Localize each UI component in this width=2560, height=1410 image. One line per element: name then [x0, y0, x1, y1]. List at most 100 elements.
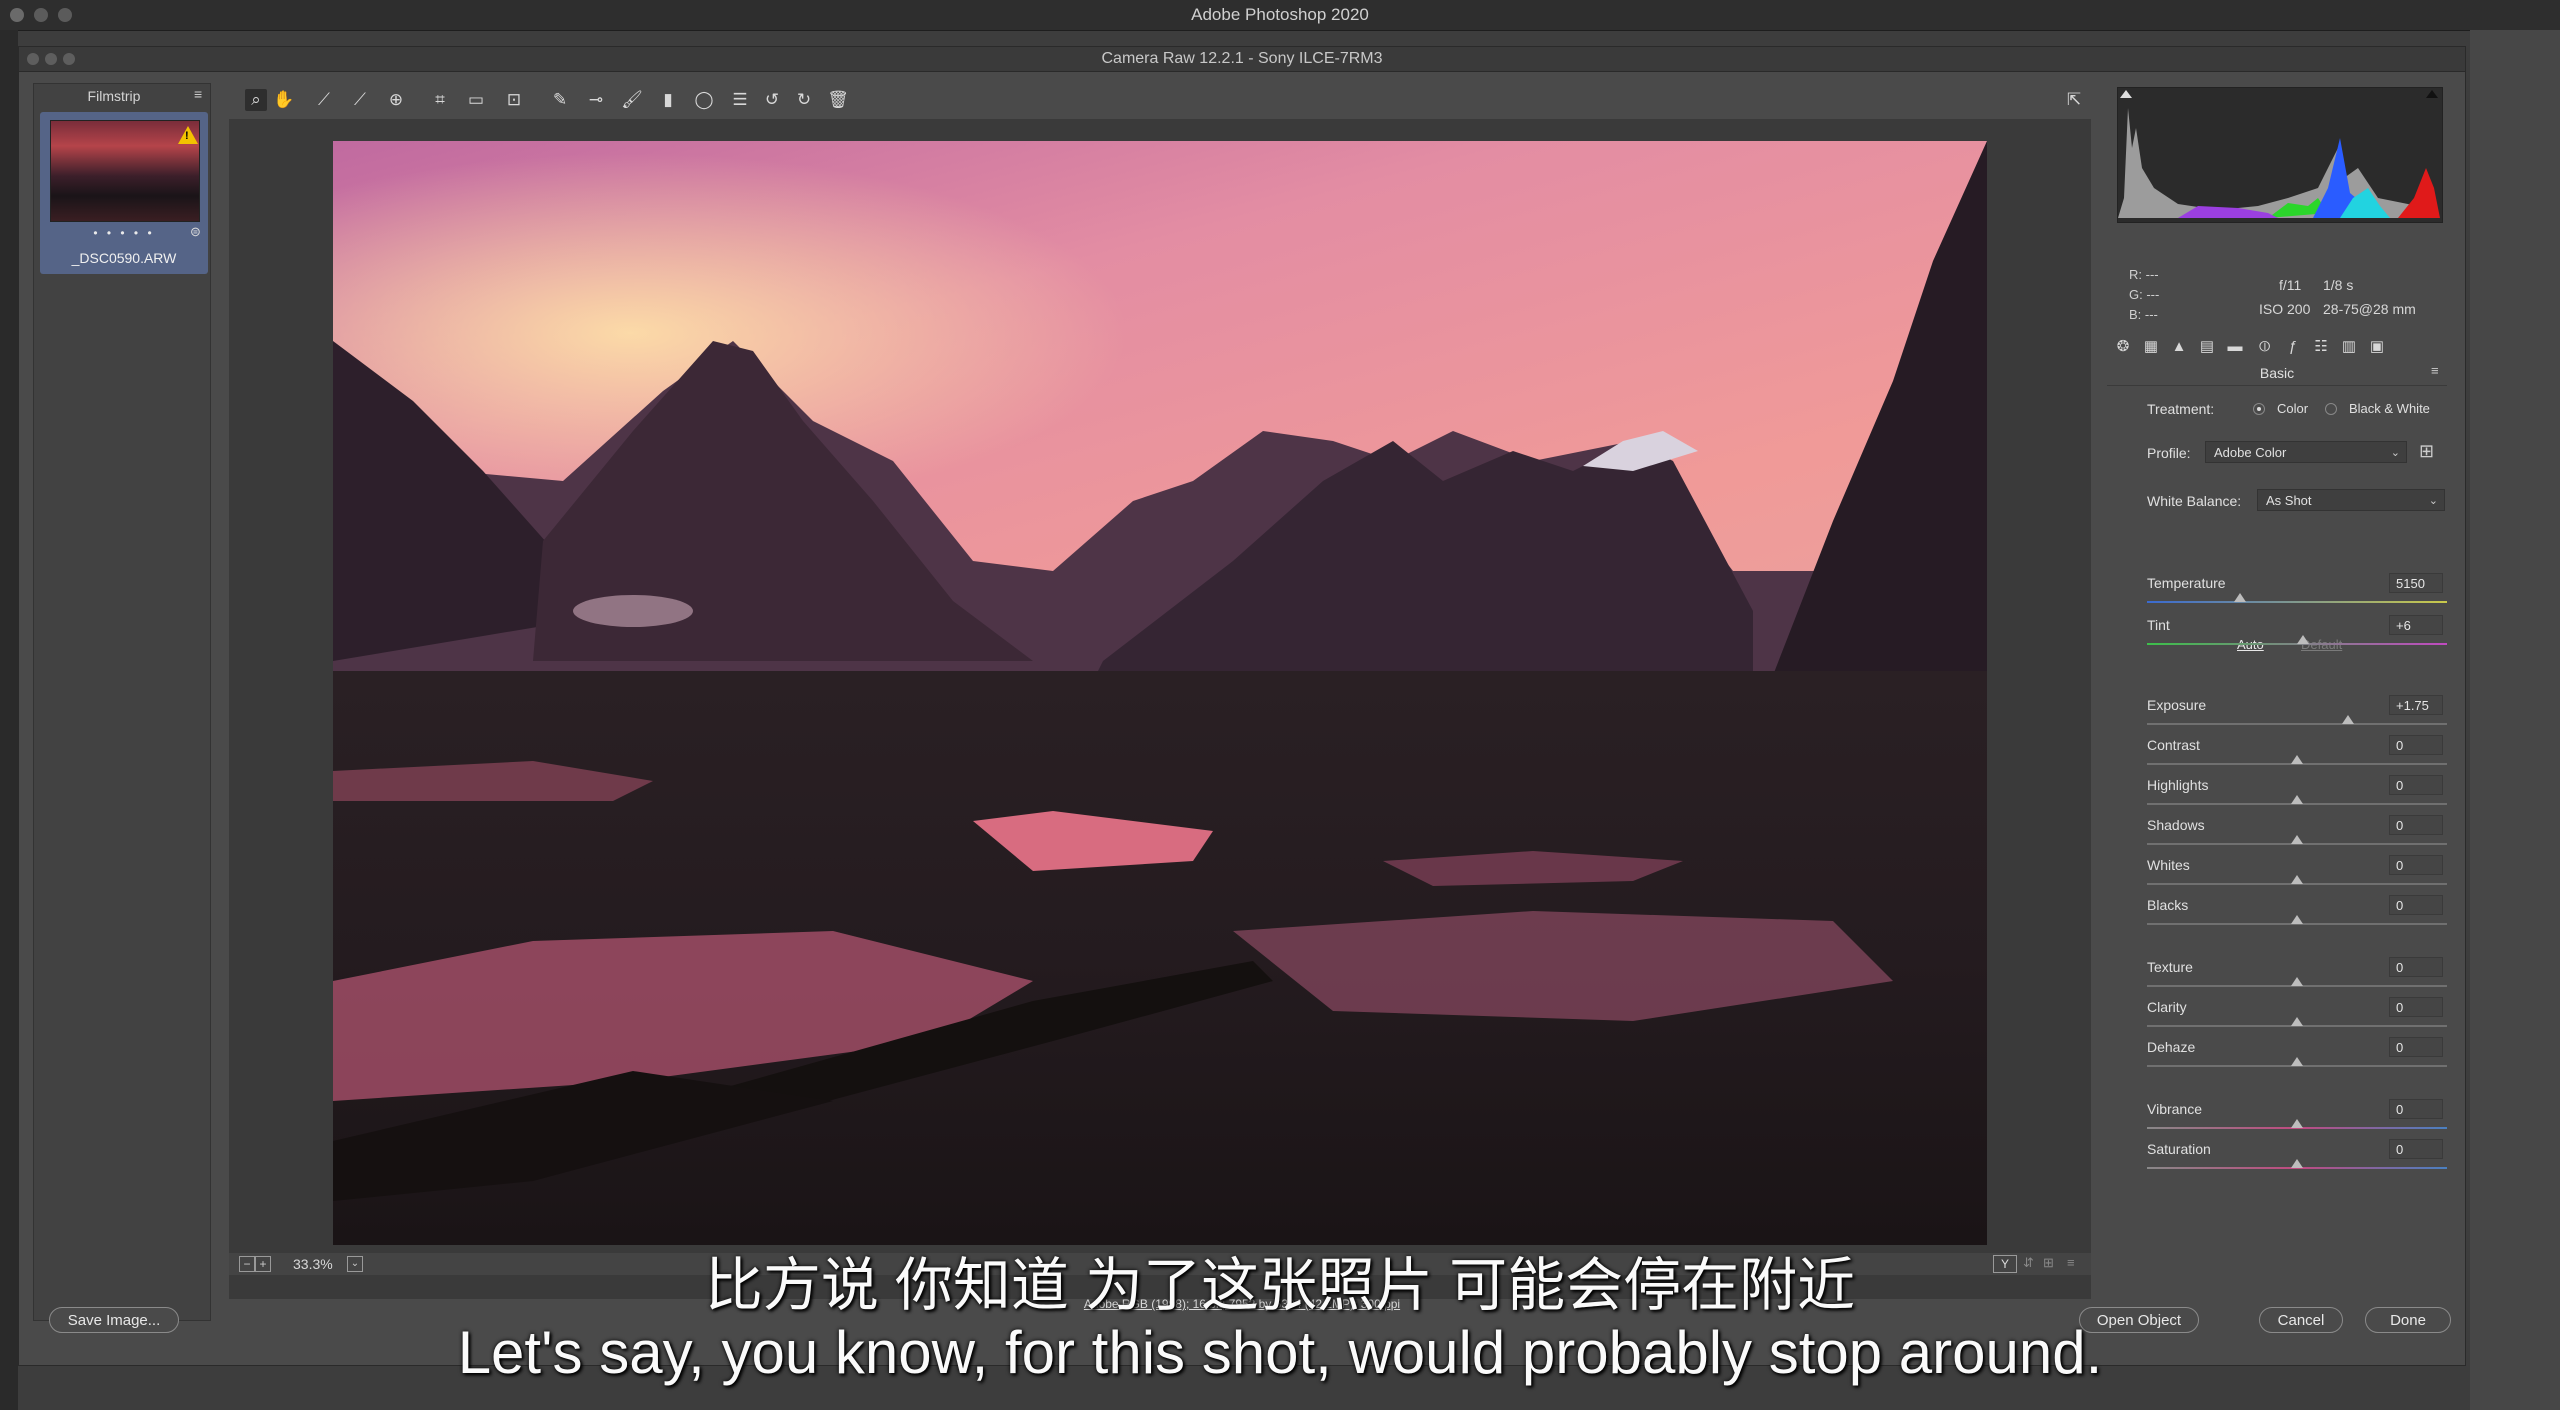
contrast-slider-thumb[interactable] — [2291, 755, 2303, 764]
basic-tab-icon[interactable]: ❂ — [2113, 337, 2133, 357]
highlights-value-field[interactable]: 0 — [2389, 775, 2443, 795]
vibrance-slider-thumb[interactable] — [2291, 1119, 2303, 1128]
exposure-slider-thumb[interactable] — [2342, 715, 2354, 724]
blacks-label: Blacks — [2147, 897, 2189, 913]
dialog-title: Camera Raw 12.2.1 - Sony ILCE-7RM3 — [1101, 50, 1383, 67]
warning-icon: ! — [178, 126, 198, 144]
whites-value-field[interactable]: 0 — [2389, 855, 2443, 875]
detail-tab-icon[interactable]: ▲ — [2169, 337, 2189, 357]
contrast-value-field[interactable]: 0 — [2389, 735, 2443, 755]
saturation-label: Saturation — [2147, 1141, 2211, 1157]
temperature-value-field[interactable]: 5150 — [2389, 573, 2443, 593]
panel-title: Basic — [2259, 365, 2295, 381]
transform-icon[interactable]: ⊡ — [503, 89, 525, 111]
presets-list-icon[interactable]: ☰ — [729, 89, 751, 111]
thumbnail-rating[interactable]: • • • • • — [40, 226, 208, 240]
fullscreen-toggle-icon[interactable]: ⇱ — [2063, 89, 2085, 111]
vibrance-value-field[interactable]: 0 — [2389, 1099, 2443, 1119]
shadows-slider-thumb[interactable] — [2291, 835, 2303, 844]
camera-raw-dialog: Camera Raw 12.2.1 - Sony ILCE-7RM3 Films… — [18, 46, 2466, 1366]
dehaze-value-field[interactable]: 0 — [2389, 1037, 2443, 1057]
treatment-color-radio[interactable] — [2253, 403, 2265, 415]
clarity-value-field[interactable]: 0 — [2389, 997, 2443, 1017]
iso: ISO 200 — [2259, 301, 2311, 317]
treatment-bw-radio[interactable] — [2325, 403, 2337, 415]
whites-slider-thumb[interactable] — [2291, 875, 2303, 884]
adjustment-panel: R: --- G: --- B: --- f/11 1/8 s ISO 200 … — [2107, 83, 2457, 1319]
tint-value-field[interactable]: +6 — [2389, 615, 2443, 635]
subtitle-chinese: 比方说 你知道 为了这张照片 可能会停在附近 — [704, 1253, 1856, 1318]
split-toning-tab-icon[interactable]: ▬ — [2225, 337, 2245, 357]
preview-image[interactable] — [333, 141, 1987, 1245]
thumbnail-menu-icon[interactable]: ⊜ — [190, 224, 201, 240]
filmstrip-thumbnail[interactable]: ! • • • • • ⊜ _DSC0590.ARW — [40, 112, 208, 274]
histogram-graph — [2118, 108, 2440, 218]
photoshop-toolbar-strip — [0, 30, 18, 1410]
white-balance-select[interactable]: As Shot ⌄ — [2257, 489, 2445, 511]
graduated-filter-icon[interactable]: ▮ — [657, 89, 679, 111]
shadows-label: Shadows — [2147, 817, 2205, 833]
crop-icon[interactable]: ⌗ — [429, 89, 451, 111]
chevron-down-icon: ⌄ — [2428, 495, 2438, 507]
panel-menu-icon[interactable]: ≡ — [2431, 363, 2439, 378]
exposure-label: Exposure — [2147, 697, 2207, 713]
straighten-icon[interactable]: ▭ — [465, 89, 487, 111]
clarity-slider-thumb[interactable] — [2291, 1017, 2303, 1026]
treatment-color-label[interactable]: Color — [2277, 401, 2308, 416]
calibration-tab-icon[interactable]: ☷ — [2311, 337, 2331, 357]
profile-select[interactable]: Adobe Color ⌄ — [2205, 441, 2407, 463]
saturation-slider-thumb[interactable] — [2291, 1159, 2303, 1168]
profile-label: Profile: — [2147, 445, 2191, 461]
filmstrip-title: Filmstrip — [87, 88, 141, 104]
tint-label: Tint — [2147, 617, 2170, 633]
thumbnail-filename: _DSC0590.ARW — [71, 250, 177, 266]
adjustment-brush-icon[interactable]: 🖌 — [621, 89, 643, 111]
texture-label: Texture — [2147, 959, 2193, 975]
preview-canvas[interactable] — [229, 119, 2091, 1299]
color-sampler-icon[interactable]: ⟋ — [349, 89, 371, 111]
radial-filter-icon[interactable]: ◯ — [693, 89, 715, 111]
treatment-bw-label[interactable]: Black & White — [2349, 401, 2430, 416]
temperature-label: Temperature — [2147, 575, 2226, 591]
landscape-photo — [333, 141, 1987, 1245]
histogram — [2117, 87, 2443, 223]
tone-curve-tab-icon[interactable]: ▦ — [2141, 337, 2161, 357]
lens: 28-75@28 mm — [2323, 301, 2416, 317]
exposure-slider-track[interactable] — [2147, 723, 2447, 725]
photoshop-panels — [2470, 30, 2560, 1410]
white-balance-icon[interactable]: ⟋ — [313, 89, 335, 111]
effects-tab-icon[interactable]: ƒ — [2283, 337, 2303, 357]
filmstrip-menu-icon[interactable]: ≡ — [194, 86, 202, 102]
presets-tab-icon[interactable]: ▥ — [2339, 337, 2359, 357]
white-balance-label: White Balance: — [2147, 493, 2242, 509]
blacks-value-field[interactable]: 0 — [2389, 895, 2443, 915]
hsl-tab-icon[interactable]: ▤ — [2197, 337, 2217, 357]
dehaze-slider-thumb[interactable] — [2291, 1057, 2303, 1066]
red-eye-icon[interactable]: ⊸ — [585, 89, 607, 111]
spot-removal-icon[interactable]: ✎ — [549, 89, 571, 111]
filmstrip-header: Filmstrip ≡ — [34, 84, 210, 108]
trash-icon[interactable]: 🗑 — [827, 89, 849, 111]
snapshots-tab-icon[interactable]: ▣ — [2367, 337, 2387, 357]
rotate-right-icon[interactable]: ↻ — [793, 89, 815, 111]
rotate-left-icon[interactable]: ↺ — [761, 89, 783, 111]
lens-tab-icon[interactable]: ⦶ — [2255, 337, 2275, 357]
shadow-clipping-icon[interactable] — [2120, 90, 2132, 98]
exposure-value-field[interactable]: +1.75 — [2389, 695, 2443, 715]
shadows-value-field[interactable]: 0 — [2389, 815, 2443, 835]
saturation-value-field[interactable]: 0 — [2389, 1139, 2443, 1159]
texture-value-field[interactable]: 0 — [2389, 957, 2443, 977]
contrast-label: Contrast — [2147, 737, 2200, 753]
profile-browser-icon[interactable]: ⊞ — [2419, 441, 2434, 462]
highlights-slider-thumb[interactable] — [2291, 795, 2303, 804]
dialog-title-bar: Camera Raw 12.2.1 - Sony ILCE-7RM3 — [19, 47, 2465, 72]
texture-slider-thumb[interactable] — [2291, 977, 2303, 986]
zoom-icon[interactable]: ⌕ — [245, 89, 267, 111]
temperature-slider-track[interactable] — [2147, 601, 2447, 603]
targeted-adjustment-icon[interactable]: ⊕ — [385, 89, 407, 111]
blacks-slider-thumb[interactable] — [2291, 915, 2303, 924]
tint-slider-thumb[interactable] — [2297, 635, 2309, 644]
hand-icon[interactable]: ✋ — [273, 89, 295, 111]
temperature-slider-thumb[interactable] — [2234, 593, 2246, 602]
highlight-clipping-icon[interactable] — [2426, 90, 2438, 98]
